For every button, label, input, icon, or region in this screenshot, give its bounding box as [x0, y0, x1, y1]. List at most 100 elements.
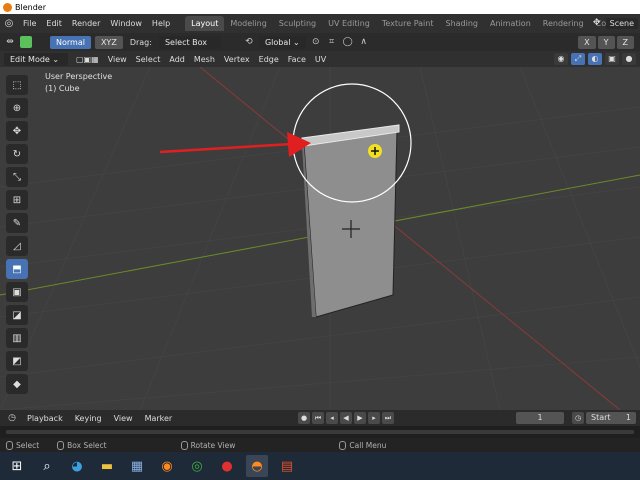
select-mode-icons[interactable]: ▢▣▦ — [73, 55, 102, 64]
play-icon[interactable]: ▶ — [354, 412, 366, 424]
select-menu[interactable]: Select — [133, 55, 164, 64]
mirror-axes: X Y Z — [578, 35, 640, 49]
jump-start-icon[interactable]: ⏮ — [312, 412, 324, 424]
record-icon[interactable]: ● — [298, 412, 310, 424]
window-title: Blender — [15, 2, 46, 12]
cursor-tool-icon[interactable]: ⊕ — [6, 98, 28, 118]
select-tool-icon[interactable]: ⬚ — [6, 75, 28, 95]
marker-menu[interactable]: Marker — [142, 414, 176, 423]
menu-render[interactable]: Render — [67, 14, 105, 33]
inset-tool-icon[interactable]: ▣ — [6, 282, 28, 302]
falloff-icon[interactable]: ∧ — [358, 37, 370, 47]
face-menu[interactable]: Face — [285, 55, 309, 64]
transform-icon[interactable]: ⇹ — [4, 37, 16, 47]
clock-icon[interactable]: ◷ — [572, 412, 584, 424]
active-tool-icon[interactable] — [20, 36, 32, 48]
overlay-icon[interactable]: ◐ — [588, 53, 602, 65]
mirror-x-button[interactable]: X — [578, 35, 596, 49]
select-box-dropdown[interactable]: Select Box ⌄ — [158, 35, 221, 60]
tab-sculpting[interactable]: Sculpting — [273, 16, 322, 31]
poly-build-tool-icon[interactable]: ◆ — [6, 374, 28, 394]
mirror-z-button[interactable]: Z — [616, 35, 634, 49]
chrome-icon[interactable]: ◎ — [186, 455, 208, 477]
scene-icon[interactable]: ✥ — [591, 18, 603, 30]
search-icon[interactable]: ⌕ — [36, 455, 58, 477]
viewport-object-label: (1) Cube — [45, 84, 80, 93]
bevel-tool-icon[interactable]: ◪ — [6, 305, 28, 325]
menu-help[interactable]: Help — [147, 14, 175, 33]
mirror-y-button[interactable]: Y — [597, 35, 615, 49]
measure-tool-icon[interactable]: ◿ — [6, 236, 28, 256]
snap-icon[interactable]: ⌗ — [326, 37, 338, 47]
vertex-menu[interactable]: Vertex — [221, 55, 253, 64]
edge-browser-icon[interactable]: ◕ — [66, 455, 88, 477]
viewport-3d[interactable]: User Perspective (1) Cube — [0, 67, 640, 410]
status-bar: Select Box Select Rotate View Call Menu — [0, 438, 640, 452]
shading-solid-icon[interactable]: ● — [622, 53, 636, 65]
windows-start-icon[interactable]: ⊞ — [6, 455, 28, 477]
gizmo-icon[interactable]: ⤢ — [571, 53, 585, 65]
tab-animation[interactable]: Animation — [484, 16, 537, 31]
tab-modeling[interactable]: Modeling — [224, 16, 272, 31]
start-label: Start — [591, 413, 611, 422]
pivot-icon[interactable]: ⊙ — [310, 37, 322, 47]
playback-controls: ● ⏮ ◂ ◀ ▶ ▸ ⏭ 1 ◷ Start 1 — [298, 412, 636, 424]
orientation-normal-button[interactable]: Normal — [50, 35, 91, 49]
blender-logo-icon — [3, 2, 12, 12]
transform-tool-icon[interactable]: ⊞ — [6, 190, 28, 210]
rotate-tool-icon[interactable]: ↻ — [6, 144, 28, 164]
tab-rendering[interactable]: Rendering — [537, 16, 590, 31]
tab-layout[interactable]: Layout — [185, 16, 225, 31]
playback-menu[interactable]: Playback — [24, 414, 66, 423]
timeline-scrubber[interactable] — [0, 426, 640, 438]
loop-cut-tool-icon[interactable]: ▥ — [6, 328, 28, 348]
view3d-header: Edit Mode ⌄ ▢▣▦ View Select Add Mesh Ver… — [0, 51, 640, 67]
mode-dropdown[interactable]: Edit Mode ⌄ — [4, 52, 68, 66]
store-icon[interactable]: ▦ — [126, 455, 148, 477]
x-axis-line — [199, 67, 621, 410]
edge-menu[interactable]: Edge — [256, 55, 282, 64]
proportional-edit-icon[interactable]: ◯ — [342, 37, 354, 47]
jump-end-icon[interactable]: ⏭ — [382, 412, 394, 424]
keying-menu[interactable]: Keying — [72, 414, 105, 423]
timeline-editor-icon[interactable]: ◷ — [6, 413, 18, 423]
current-frame-field[interactable]: 1 — [516, 412, 564, 424]
recorder-icon[interactable]: ● — [216, 455, 238, 477]
xray-icon[interactable]: ▣ — [605, 53, 619, 65]
tab-shading[interactable]: Shading — [439, 16, 484, 31]
annotate-tool-icon[interactable]: ✎ — [6, 213, 28, 233]
viewport-overlay-controls: ◉ ⤢ ◐ ▣ ● — [554, 53, 636, 65]
scene-label[interactable]: Scene — [605, 18, 638, 29]
knife-tool-icon[interactable]: ◩ — [6, 351, 28, 371]
blender-taskbar-icon[interactable]: ◓ — [246, 455, 268, 477]
uv-menu[interactable]: UV — [312, 55, 329, 64]
add-menu[interactable]: Add — [166, 55, 188, 64]
play-reverse-icon[interactable]: ◀ — [340, 412, 352, 424]
transform-orientation-icon[interactable]: ⟲ — [243, 37, 255, 47]
menu-edit[interactable]: Edit — [41, 14, 67, 33]
xyz-button[interactable]: XYZ — [94, 35, 123, 49]
transform-global-dropdown[interactable]: Global ⌄ — [258, 35, 306, 49]
workspace-tabs: Layout Modeling Sculpting UV Editing Tex… — [185, 14, 630, 33]
tab-texture-paint[interactable]: Texture Paint — [376, 16, 440, 31]
view-menu[interactable]: View — [105, 55, 130, 64]
scale-tool-icon[interactable]: ⤡ — [6, 167, 28, 187]
prev-key-icon[interactable]: ◂ — [326, 412, 338, 424]
tab-uv-editing[interactable]: UV Editing — [322, 16, 376, 31]
menu-file[interactable]: File — [18, 14, 41, 33]
blender-menu-icon[interactable]: ◎ — [0, 18, 18, 29]
extrude-tool-icon[interactable]: ⬒ — [6, 259, 28, 279]
start-frame-field[interactable]: Start 1 — [586, 412, 636, 424]
powerpoint-icon[interactable]: ▤ — [276, 455, 298, 477]
menu-window[interactable]: Window — [105, 14, 147, 33]
file-explorer-icon[interactable]: ▬ — [96, 455, 118, 477]
move-tool-icon[interactable]: ✥ — [6, 121, 28, 141]
mesh-menu[interactable]: Mesh — [191, 55, 218, 64]
next-key-icon[interactable]: ▸ — [368, 412, 380, 424]
status-select: Select — [16, 440, 40, 450]
mode-label: Edit Mode — [10, 54, 50, 64]
status-rotate-view: Rotate View — [190, 440, 236, 450]
firefox-icon[interactable]: ◉ — [156, 455, 178, 477]
visibility-icon[interactable]: ◉ — [554, 53, 568, 65]
timeline-view-menu[interactable]: View — [111, 414, 136, 423]
